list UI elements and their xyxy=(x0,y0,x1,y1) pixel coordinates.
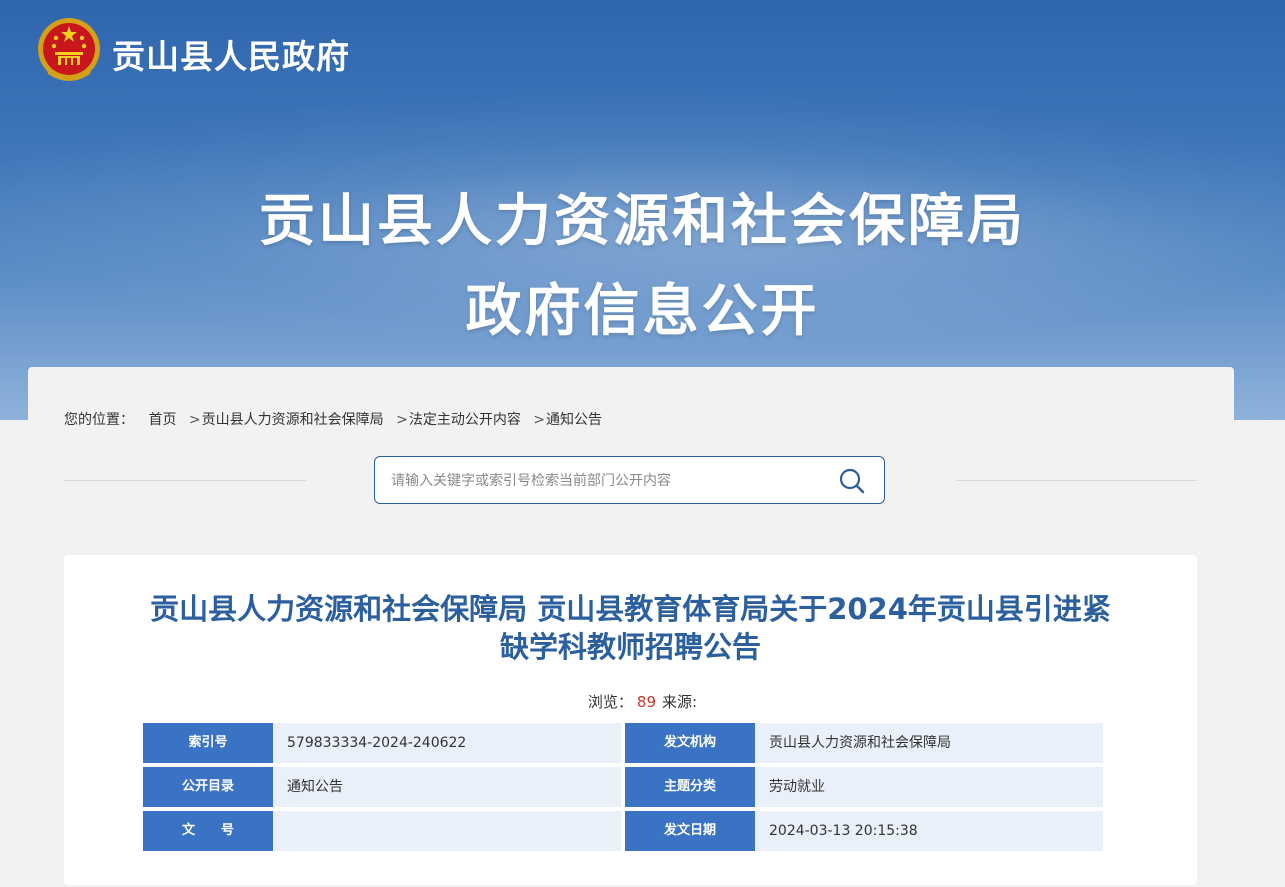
issuer-value: 贡山县人力资源和社会保障局 xyxy=(755,723,1103,763)
article-title-line2: 缺学科教师招聘公告 xyxy=(499,630,761,664)
search-input[interactable] xyxy=(389,457,823,505)
source-label: 来源: xyxy=(662,693,698,711)
breadcrumb-notices[interactable]: 通知公告 xyxy=(546,412,602,428)
department-title: 贡山县人力资源和社会保障局 xyxy=(259,189,1026,254)
breadcrumb-separator: > xyxy=(188,412,201,428)
breadcrumb-department[interactable]: 贡山县人力资源和社会保障局 xyxy=(202,412,384,428)
breadcrumb: 您的位置： 首页 >贡山县人力资源和社会保障局 >法定主动公开内容 >通知公告 xyxy=(64,409,604,429)
article-title: 贡山县人力资源和社会保障局 贡山县教育体育局关于2024年贡山县引进紧 缺学科教… xyxy=(64,590,1197,666)
issuer-label: 发文机构 xyxy=(625,723,761,763)
breadcrumb-separator: > xyxy=(533,412,546,428)
views-count: 89 xyxy=(636,693,657,711)
national-emblem-icon[interactable] xyxy=(36,16,102,84)
catalog-value: 通知公告 xyxy=(273,767,621,807)
site-title[interactable]: 贡山县人民政府 xyxy=(112,30,350,78)
catalog-label: 公开目录 xyxy=(143,767,279,807)
topic-label: 主题分类 xyxy=(625,767,761,807)
index-no-value: 579833334-2024-240622 xyxy=(273,723,621,763)
breadcrumb-home[interactable]: 首页 xyxy=(148,412,176,428)
article-meta: 浏览： 89 来源: xyxy=(0,691,1285,712)
breadcrumb-disclosure[interactable]: 法定主动公开内容 xyxy=(409,412,521,428)
breadcrumb-separator: > xyxy=(396,412,408,428)
index-no-label: 索引号 xyxy=(143,723,279,763)
section-title: 政府信息公开 xyxy=(465,279,820,344)
search-box xyxy=(374,456,885,505)
topic-value: 劳动就业 xyxy=(755,767,1103,807)
doc-no-value xyxy=(273,811,621,851)
divider-right xyxy=(956,480,1197,481)
article-title-line1: 贡山县人力资源和社会保障局 贡山县教育体育局关于2024年贡山县引进紧 xyxy=(150,592,1111,626)
views-label: 浏览： xyxy=(587,693,633,711)
breadcrumb-prefix: 您的位置： xyxy=(64,412,134,428)
date-value: 2024-03-13 20:15:38 xyxy=(755,811,1103,851)
doc-no-label: 文 号 xyxy=(143,811,279,851)
divider-left xyxy=(64,480,306,481)
date-label: 发文日期 xyxy=(625,811,761,851)
search-icon[interactable] xyxy=(838,467,866,495)
